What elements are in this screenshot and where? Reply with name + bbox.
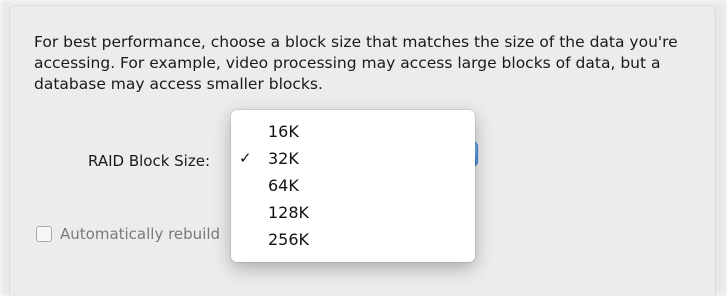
menu-item-label: 128K <box>268 203 310 222</box>
auto-rebuild-row[interactable]: Automatically rebuild <box>36 225 220 243</box>
raid-block-size-label: RAID Block Size: <box>88 152 210 170</box>
raid-block-size-menu: 16K ✓ 32K 64K 128K 256K <box>231 110 475 262</box>
menu-item-128k[interactable]: 128K <box>231 199 475 226</box>
menu-item-label: 32K <box>268 149 299 168</box>
menu-item-256k[interactable]: 256K <box>231 226 475 253</box>
block-size-description: For best performance, choose a block siz… <box>34 33 678 93</box>
menu-item-64k[interactable]: 64K <box>231 172 475 199</box>
auto-rebuild-label: Automatically rebuild <box>60 225 220 243</box>
auto-rebuild-checkbox[interactable] <box>36 226 52 242</box>
menu-item-label: 256K <box>268 230 310 249</box>
menu-item-16k[interactable]: 16K <box>231 118 475 145</box>
checkmark-icon: ✓ <box>239 149 252 167</box>
menu-item-label: 16K <box>268 122 299 141</box>
menu-item-label: 64K <box>268 176 299 195</box>
menu-item-32k[interactable]: ✓ 32K <box>231 145 475 172</box>
